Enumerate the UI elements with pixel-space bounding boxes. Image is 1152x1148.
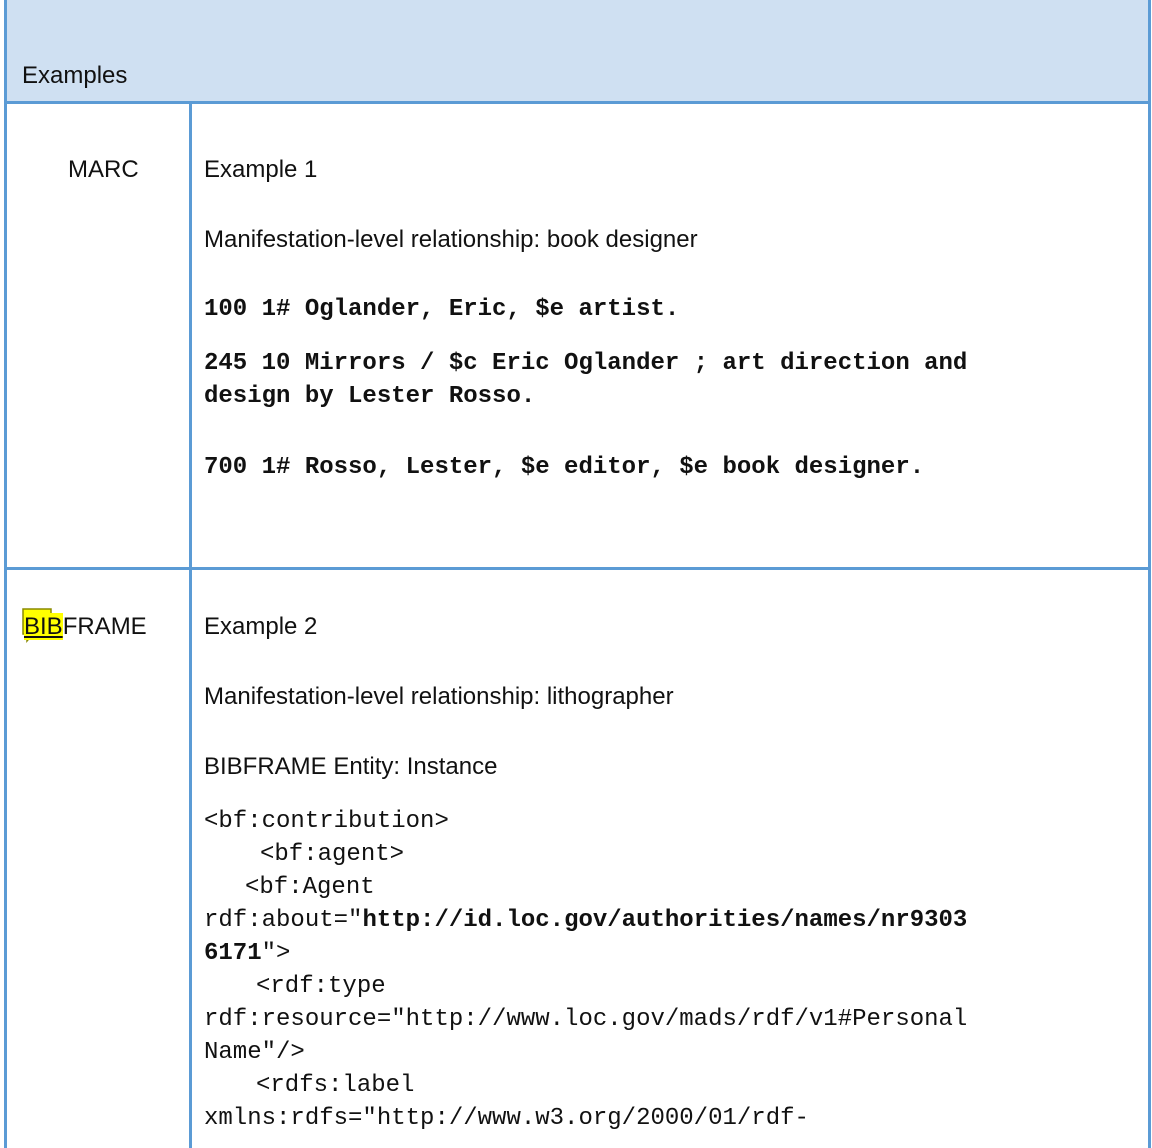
example-title: Example 2 — [204, 613, 318, 640]
code-line: Name"/> — [204, 1039, 305, 1066]
relationship-text: Manifestation-level relationship: book d… — [204, 226, 698, 253]
relationship-text: Manifestation-level relationship: lithog… — [204, 683, 674, 710]
table-border-right — [1148, 0, 1151, 1148]
column-divider — [189, 101, 192, 1148]
code-line: <rdf:type — [256, 973, 386, 1000]
code-uri: 6171 — [204, 940, 262, 967]
code-line: xmlns:rdfs="http://www.w3.org/2000/01/rd… — [204, 1105, 809, 1132]
header-row-divider — [4, 101, 1151, 104]
bibframe-entity: BIBFRAME Entity: Instance — [204, 753, 498, 780]
code-attr: rdf:about=" — [204, 907, 363, 934]
code-line: rdf:resource="http://www.loc.gov/mads/rd… — [204, 1006, 968, 1033]
row-label-bibframe: BIBFRAME — [24, 613, 147, 641]
row-divider — [4, 567, 1151, 570]
example-title: Example 1 — [204, 156, 318, 183]
code-line: rdf:about="http://id.loc.gov/authorities… — [204, 907, 967, 935]
marc-field: 100 1# Oglander, Eric, $e artist. — [204, 296, 680, 323]
table-border-left — [4, 0, 7, 1148]
code-line: <bf:contribution> — [204, 808, 449, 835]
table-header — [7, 0, 1148, 101]
code-attr: "> — [261, 940, 291, 967]
code-line: <bf:Agent — [245, 874, 375, 901]
label-remainder: FRAME — [62, 613, 147, 640]
code-line: 6171"> — [204, 940, 290, 968]
marc-field: 245 10 Mirrors / $c Eric Oglander ; art … — [204, 350, 968, 377]
highlighted-label-part: BIB — [24, 613, 63, 640]
header-title: Examples — [22, 62, 128, 89]
row-label-marc: MARC — [68, 156, 139, 183]
code-line: <rdfs:label — [256, 1072, 415, 1099]
marc-field: 700 1# Rosso, Lester, $e editor, $e book… — [204, 454, 925, 481]
marc-field-continued: design by Lester Rosso. — [204, 383, 536, 410]
code-line: <bf:agent> — [260, 841, 405, 868]
code-uri: http://id.loc.gov/authorities/names/nr93… — [362, 907, 968, 934]
examples-table: Examples MARC Example 1 Manifestation-le… — [0, 0, 1152, 1148]
